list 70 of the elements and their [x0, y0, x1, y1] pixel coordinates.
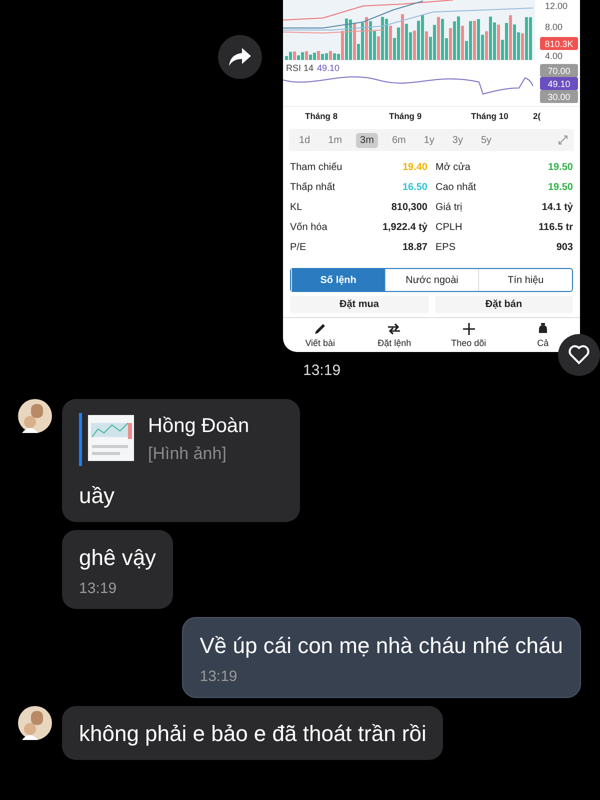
volume-label: 810.3K — [540, 37, 578, 50]
quote-author: Hồng Đoàn — [148, 415, 250, 438]
stat-value: 810,300 — [391, 202, 428, 212]
indicator-label: RSI 14 — [286, 63, 314, 73]
range-tab[interactable]: 3m — [356, 132, 378, 148]
stat-value: 19.50 — [548, 162, 573, 172]
nav-label[interactable]: Cả — [537, 338, 549, 348]
rsi-label: 30.00 — [540, 90, 578, 103]
swap-icon — [387, 322, 402, 336]
avatar[interactable] — [18, 399, 52, 433]
expand-icon[interactable] — [558, 135, 568, 145]
segment-tab[interactable]: Nước ngoài — [384, 269, 478, 291]
avatar[interactable] — [18, 706, 52, 740]
stat-value: 18.87 — [402, 242, 428, 252]
shared-image[interactable] — [283, 0, 580, 352]
share-button[interactable] — [218, 35, 262, 79]
stat-value: 19.50 — [548, 182, 573, 192]
indicator-value: 49.10 — [317, 63, 340, 73]
range-tab[interactable]: 1y — [420, 132, 438, 148]
segment-tab[interactable]: Tín hiệu — [478, 269, 572, 291]
message-text: Về úp cái con mẹ nhà cháu nhé cháu — [200, 632, 563, 660]
range-tab[interactable]: 1m — [324, 132, 346, 148]
stat-label: P/E — [290, 242, 306, 252]
price-tick: 8.00 — [545, 22, 563, 32]
stat-value: 16.50 — [402, 182, 428, 192]
range-tab[interactable]: 3y — [448, 132, 467, 148]
stat-label: Tham chiếu — [290, 162, 342, 172]
message-time: 13:19 — [303, 362, 342, 379]
stat-label: Mở cửa — [436, 162, 470, 172]
stat-label: Cao nhất — [436, 182, 476, 192]
message-text: không phải e bảo e đã thoát trần rồi — [79, 720, 426, 748]
column-header: Đặt bán — [434, 296, 573, 313]
stat-label: EPS — [436, 242, 456, 252]
month-label: Tháng 8 — [305, 110, 338, 123]
stat-label: Vốn hóa — [290, 222, 328, 232]
quote-type: [Hình ảnh] — [148, 444, 228, 464]
stat-value: 903 — [556, 242, 573, 252]
rsi-label: 49.10 — [540, 77, 578, 90]
stat-value: 19.40 — [402, 162, 428, 172]
message-text: uầy — [79, 482, 116, 510]
stat-value: 14.1 tỷ — [542, 202, 573, 212]
nav-label[interactable]: Đặt lệnh — [378, 338, 412, 348]
message-time: 13:19 — [79, 580, 118, 597]
nav-label[interactable]: Theo dõi — [451, 338, 486, 348]
message-text: ghê vậy — [79, 544, 156, 572]
pencil-icon — [313, 322, 328, 336]
stat-label: Giá trị — [436, 202, 462, 212]
share-icon — [229, 48, 251, 66]
month-label: Tháng 9 — [389, 110, 422, 123]
month-label: 2( — [533, 110, 541, 123]
stat-label: Thấp nhất — [290, 182, 336, 192]
plus-icon — [462, 322, 476, 336]
stat-value: 116.5 tr — [538, 222, 573, 232]
range-tab[interactable]: 1d — [295, 132, 314, 148]
price-tick: 4.00 — [545, 51, 563, 61]
message-time: 13:19 — [200, 668, 238, 685]
stat-label: CPLH — [436, 222, 462, 232]
month-label: Tháng 10 — [471, 110, 508, 123]
nav-label[interactable]: Viết bài — [305, 338, 336, 348]
column-header: Đặt mua — [290, 296, 428, 313]
stat-value: 1,922.4 tỷ — [382, 222, 428, 232]
like-button[interactable] — [558, 334, 600, 376]
rsi-label: 70.00 — [540, 64, 578, 77]
heart-icon — [568, 345, 590, 365]
price-tick: 12.00 — [545, 1, 568, 11]
image-thumbnail[interactable] — [88, 415, 134, 461]
range-tab[interactable]: 6m — [388, 132, 410, 148]
stat-label: KL — [290, 202, 302, 212]
segment-tab[interactable]: Số lệnh — [291, 269, 385, 291]
range-tab[interactable]: 5y — [476, 132, 496, 148]
